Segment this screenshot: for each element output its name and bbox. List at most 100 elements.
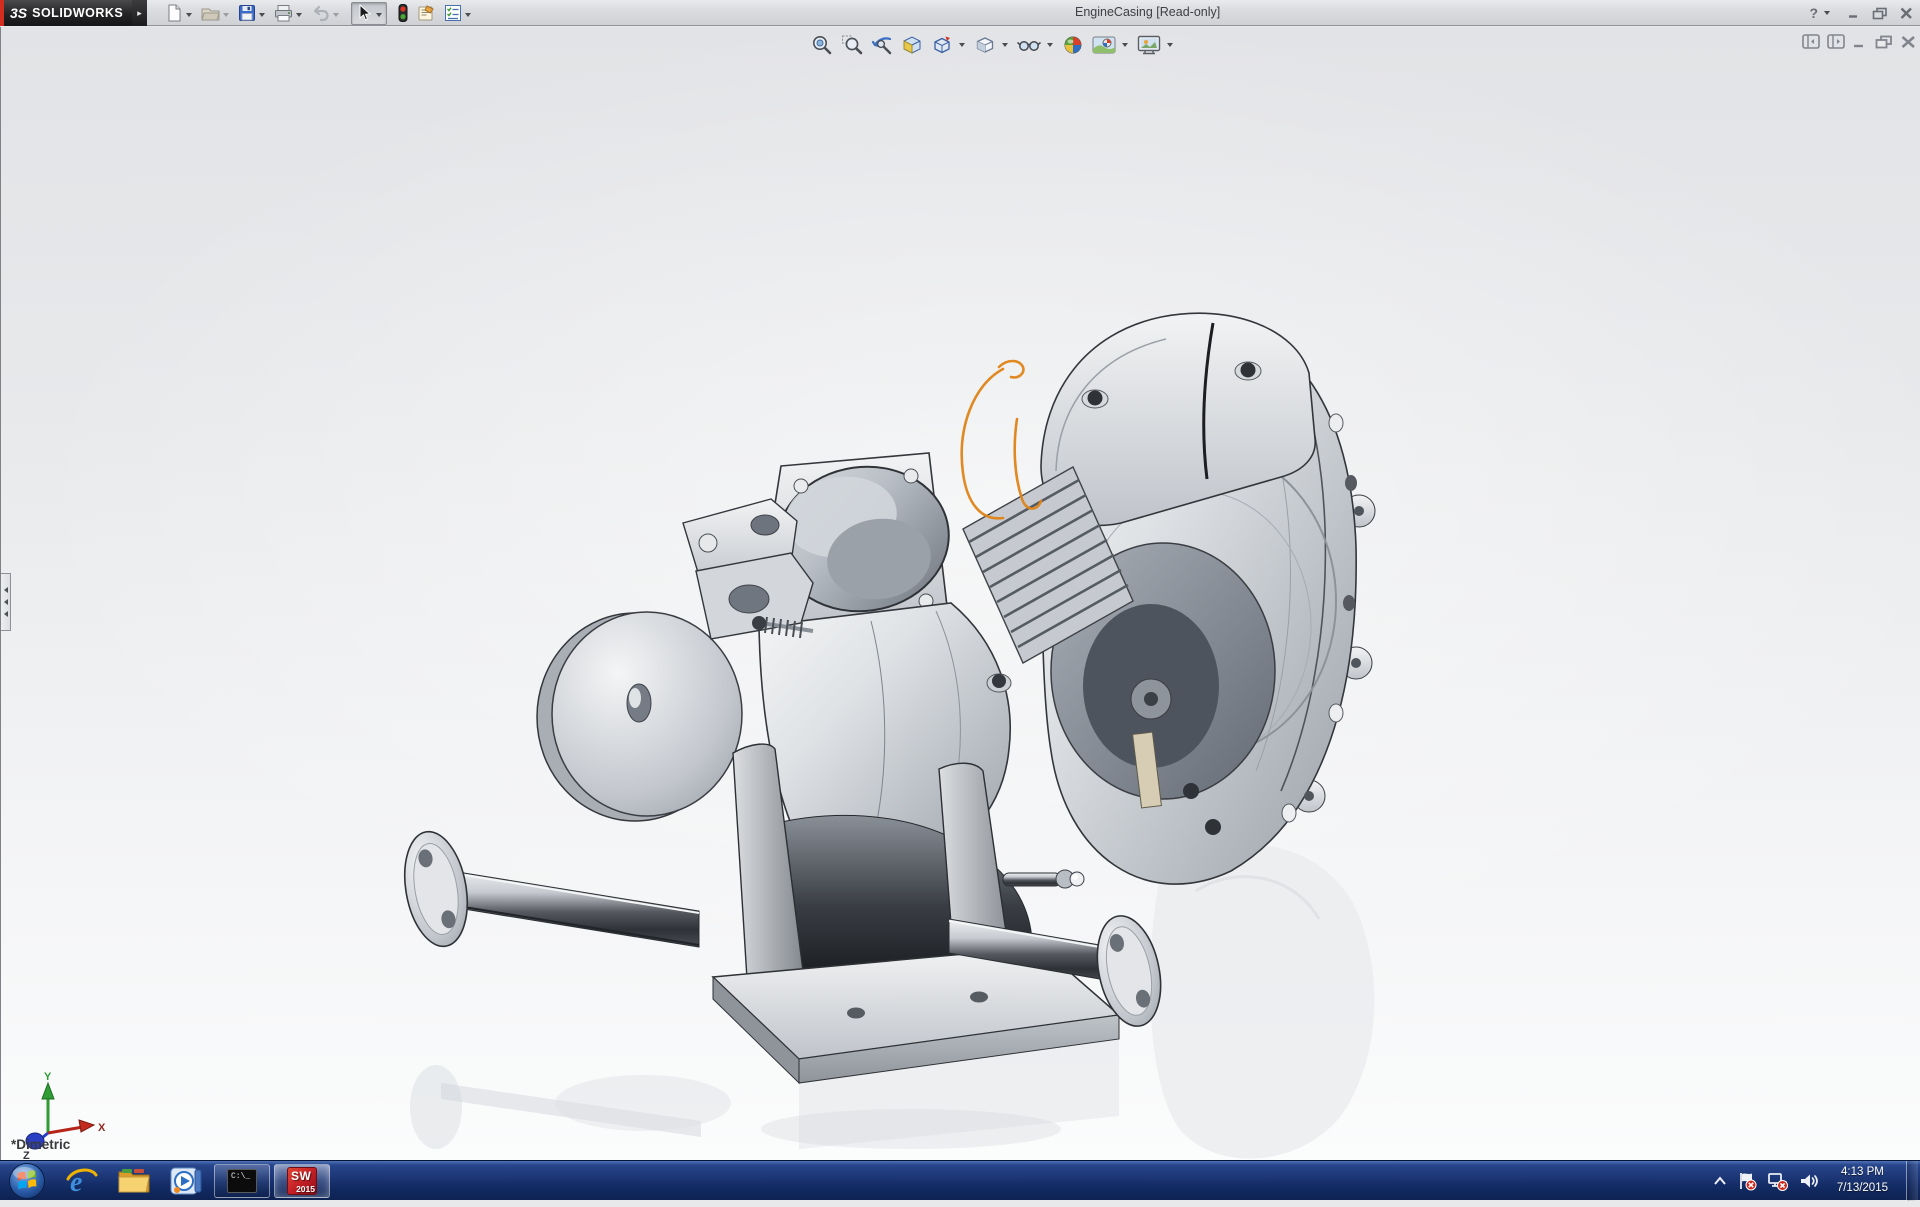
mount-bracket[interactable] bbox=[683, 499, 813, 639]
file-properties-icon bbox=[416, 3, 437, 23]
options-list-icon bbox=[443, 3, 463, 23]
rebuild-stoplight-icon bbox=[396, 3, 410, 23]
view-orientation-icon bbox=[930, 33, 954, 57]
print-icon bbox=[273, 3, 294, 23]
show-hidden-icons-button[interactable] bbox=[1713, 1176, 1727, 1186]
clock-time: 4:13 PM bbox=[1837, 1165, 1888, 1181]
collapse-arrow-icon bbox=[4, 587, 8, 593]
acorn-nut-pin[interactable] bbox=[1003, 870, 1084, 888]
flywheel-disc[interactable] bbox=[537, 612, 742, 821]
options-button[interactable] bbox=[441, 2, 475, 25]
start-button[interactable] bbox=[6, 1160, 48, 1202]
minimize-button[interactable] bbox=[1844, 4, 1864, 22]
new-document-button[interactable] bbox=[162, 2, 196, 25]
pane-collapse-button[interactable] bbox=[1802, 34, 1820, 49]
view-settings-icon bbox=[1136, 33, 1162, 57]
heads-up-view-toolbar bbox=[807, 32, 1178, 58]
command-prompt-icon: C:\_ bbox=[227, 1169, 257, 1193]
doc-restore-button[interactable] bbox=[1875, 35, 1893, 49]
left-mount-shaft[interactable] bbox=[396, 827, 699, 952]
apply-scene-button[interactable] bbox=[1088, 32, 1120, 58]
clock[interactable]: 4:13 PM 7/13/2015 bbox=[1829, 1165, 1896, 1196]
titlebar: 3S SOLIDWORKS ▸ bbox=[0, 0, 1920, 26]
folder-icon bbox=[116, 1166, 152, 1196]
print-button[interactable] bbox=[271, 2, 306, 25]
doc-close-button[interactable] bbox=[1900, 35, 1917, 49]
view-orientation-label: *Dimetric bbox=[11, 1137, 70, 1152]
apply-scene-icon bbox=[1091, 33, 1117, 57]
help-dropdown-arrow[interactable] bbox=[1824, 11, 1830, 15]
doc-minimize-button[interactable] bbox=[1852, 35, 1868, 49]
undo-button[interactable] bbox=[308, 2, 343, 25]
brand-name: SOLIDWORKS bbox=[32, 6, 123, 20]
taskbar: e C:\_ SW bbox=[0, 1160, 1920, 1200]
collapse-arrow-icon bbox=[4, 611, 8, 617]
undo-icon bbox=[310, 3, 331, 23]
zoom-to-fit-button[interactable] bbox=[807, 32, 837, 58]
volume-icon[interactable] bbox=[1799, 1172, 1819, 1190]
network-disconnected-icon[interactable] bbox=[1767, 1171, 1789, 1191]
close-button[interactable] bbox=[1896, 4, 1916, 22]
view-orientation-dropdown[interactable] bbox=[957, 32, 967, 58]
engine-casing-model[interactable] bbox=[351, 271, 1471, 1160]
edit-appearance-button[interactable] bbox=[1058, 32, 1088, 58]
internet-explorer-button[interactable]: e bbox=[56, 1161, 108, 1201]
triad-y-label: Y bbox=[44, 1071, 52, 1083]
zoom-to-fit-icon bbox=[810, 33, 834, 57]
view-orientation-button[interactable] bbox=[927, 32, 957, 58]
apply-scene-dropdown[interactable] bbox=[1120, 32, 1130, 58]
windows-explorer-button[interactable] bbox=[108, 1161, 160, 1201]
previous-view-icon bbox=[870, 33, 894, 57]
hide-show-items-icon bbox=[1016, 33, 1042, 57]
clock-date: 7/13/2015 bbox=[1837, 1181, 1888, 1197]
display-style-dropdown[interactable] bbox=[1000, 32, 1010, 58]
select-button[interactable] bbox=[351, 2, 387, 25]
window-title: EngineCasing [Read-only] bbox=[1075, 5, 1220, 19]
menu-flyout-arrow[interactable]: ▸ bbox=[132, 0, 147, 26]
display-style-button[interactable] bbox=[970, 32, 1000, 58]
file-properties-button[interactable] bbox=[414, 2, 439, 25]
display-style-icon bbox=[973, 33, 997, 57]
brand-mark: 3S bbox=[10, 5, 27, 21]
rebuild-button[interactable] bbox=[394, 2, 412, 25]
select-cursor-icon bbox=[354, 3, 374, 23]
zoom-to-area-icon bbox=[840, 33, 864, 57]
section-view-icon bbox=[900, 33, 924, 57]
view-settings-dropdown[interactable] bbox=[1165, 32, 1175, 58]
solidworks-logo: 3S SOLIDWORKS bbox=[0, 0, 132, 26]
solidworks-icon: SW 2015 bbox=[287, 1167, 317, 1195]
new-document-icon bbox=[164, 3, 184, 23]
show-desktop-button[interactable] bbox=[1906, 1161, 1918, 1201]
solidworks-2015-button[interactable]: SW 2015 bbox=[274, 1164, 330, 1198]
document-window-controls bbox=[1802, 34, 1917, 49]
internet-explorer-icon: e bbox=[65, 1165, 99, 1197]
media-player-button[interactable] bbox=[160, 1161, 212, 1201]
hide-show-items-dropdown[interactable] bbox=[1045, 32, 1055, 58]
graphics-area[interactable]: Y X Z *Dimetric bbox=[0, 27, 1920, 1160]
hide-show-items-button[interactable] bbox=[1013, 32, 1045, 58]
restore-icon bbox=[1872, 7, 1888, 20]
edit-appearance-icon bbox=[1061, 33, 1085, 57]
previous-view-button[interactable] bbox=[867, 32, 897, 58]
help-button[interactable]: ? bbox=[1809, 5, 1818, 21]
save-icon bbox=[237, 3, 257, 23]
pane-expand-button[interactable] bbox=[1827, 34, 1845, 49]
section-view-button[interactable] bbox=[897, 32, 927, 58]
zoom-to-area-button[interactable] bbox=[837, 32, 867, 58]
featuremanager-collapsed-tab[interactable] bbox=[1, 573, 11, 631]
minimize-icon bbox=[1847, 7, 1861, 19]
command-prompt-button[interactable]: C:\_ bbox=[214, 1164, 270, 1198]
action-center-flag-icon[interactable] bbox=[1737, 1171, 1757, 1191]
close-icon bbox=[1899, 7, 1914, 20]
titlebar-controls: ? bbox=[1809, 0, 1916, 26]
open-document-icon bbox=[200, 3, 221, 23]
save-button[interactable] bbox=[235, 2, 269, 25]
quick-access-toolbar bbox=[162, 1, 477, 25]
open-document-button[interactable] bbox=[198, 2, 233, 25]
system-tray: 4:13 PM 7/13/2015 bbox=[1713, 1161, 1920, 1201]
view-settings-button[interactable] bbox=[1133, 32, 1165, 58]
media-player-icon bbox=[169, 1165, 203, 1197]
triad-x-label: X bbox=[98, 1122, 106, 1134]
restore-button[interactable] bbox=[1870, 4, 1890, 22]
collapse-arrow-icon bbox=[4, 599, 8, 605]
